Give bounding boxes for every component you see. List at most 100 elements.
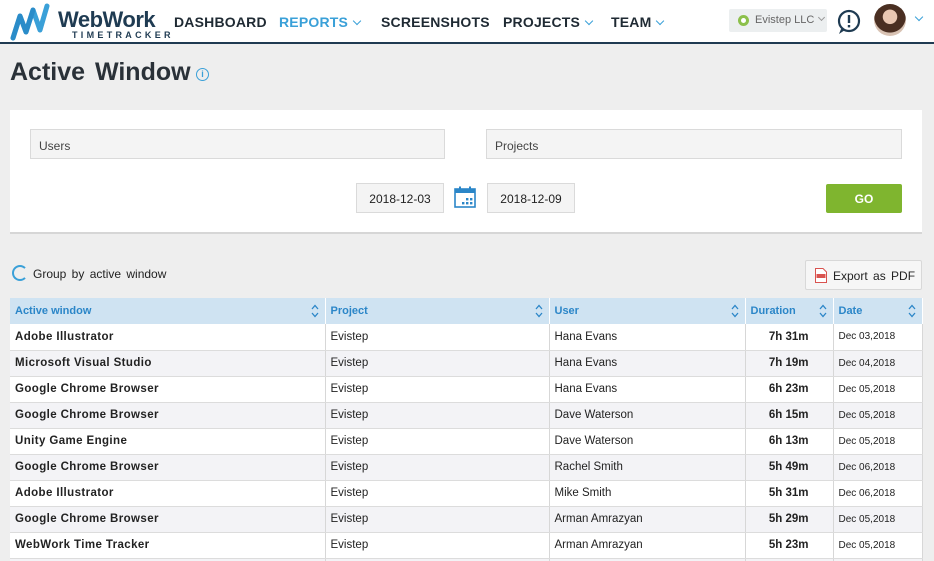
pdf-icon bbox=[815, 268, 827, 283]
top-nav-bar: WebWork TIMETRACKER DASHBOARD REPORTS SC… bbox=[0, 0, 934, 44]
chevron-down-icon bbox=[352, 16, 362, 26]
col-header-project[interactable]: Project bbox=[325, 298, 550, 324]
user-avatar[interactable] bbox=[874, 4, 906, 36]
cell-duration: 6h 23m bbox=[745, 376, 834, 403]
nav-label: SCREENSHOTS bbox=[381, 14, 490, 30]
cell-duration: 7h 31m bbox=[745, 324, 834, 351]
cell-duration: 6h 13m bbox=[745, 428, 834, 455]
table-row[interactable]: Google Chrome Browser Evistep Dave Waterso… bbox=[10, 402, 923, 429]
cell-date: Dec 06,2018 bbox=[833, 454, 923, 481]
header-label: Active window bbox=[15, 305, 92, 317]
cell-user: Dave Waterson bbox=[549, 402, 746, 429]
header-label: Project bbox=[330, 305, 368, 317]
header-label: User bbox=[554, 305, 579, 317]
webwork-logo[interactable]: WebWork TIMETRACKER bbox=[10, 2, 171, 42]
table-row[interactable]: Google Chrome Browser Evistep Arman Amrazy… bbox=[10, 506, 923, 533]
col-header-user[interactable]: User bbox=[549, 298, 746, 324]
table-row[interactable]: Microsoft Visual Studio Evistep Hana Evans… bbox=[10, 350, 923, 377]
table-row[interactable]: Adobe Illustrator Evistep Mike Smith 5h 31m… bbox=[10, 480, 923, 507]
cell-date: Dec 05,2018 bbox=[833, 532, 923, 559]
cell-date: Dec 05,2018 bbox=[833, 402, 923, 429]
cell-active-window: Google Chrome Browser bbox=[10, 376, 326, 403]
cell-project: Evistep bbox=[325, 454, 550, 481]
cell-project: Evistep bbox=[325, 532, 550, 559]
projects-placeholder: Projects bbox=[495, 139, 539, 153]
info-icon[interactable]: i bbox=[196, 68, 209, 81]
projects-select[interactable]: Projects bbox=[486, 129, 902, 159]
go-button[interactable]: GO bbox=[826, 184, 902, 213]
nav-team[interactable]: TEAM bbox=[611, 14, 665, 30]
date-to-input[interactable]: 2018-12-09 bbox=[487, 183, 575, 213]
cell-project: Evistep bbox=[325, 376, 550, 403]
chevron-down-icon[interactable] bbox=[914, 12, 924, 22]
table-row[interactable]: Google Chrome Browser Evistep Rachel Smith… bbox=[10, 454, 923, 481]
cell-active-window: Google Chrome Browser bbox=[10, 454, 326, 481]
date-from-value: 2018-12-03 bbox=[369, 192, 431, 206]
go-label: GO bbox=[854, 192, 874, 206]
cell-active-window: Google Chrome Browser bbox=[10, 506, 326, 533]
nav-reports[interactable]: REPORTS bbox=[279, 14, 362, 30]
users-placeholder: Users bbox=[39, 139, 71, 153]
group-by-label: Group by active window bbox=[33, 267, 167, 281]
active-window-table: Active window Project User Duration Date… bbox=[10, 298, 923, 561]
date-to-value: 2018-12-09 bbox=[500, 192, 562, 206]
loading-spinner-icon bbox=[12, 265, 28, 281]
page-title: Active Window bbox=[10, 58, 191, 86]
cell-date: Dec 05,2018 bbox=[833, 376, 923, 403]
cell-user: Dave Waterson bbox=[549, 428, 746, 455]
nav-label: PROJECTS bbox=[503, 14, 581, 30]
group-by-toggle[interactable]: Group by active window bbox=[12, 265, 167, 281]
nav-label: REPORTS bbox=[279, 14, 349, 30]
cell-user: Hana Evans bbox=[549, 350, 746, 377]
sort-icon bbox=[908, 304, 915, 318]
cell-user: Arman Amrazyan bbox=[549, 532, 746, 559]
table-row[interactable]: Adobe Illustrator Evistep Hana Evans 7h 31m… bbox=[10, 324, 923, 351]
calendar-icon[interactable] bbox=[454, 186, 476, 208]
cell-project: Evistep bbox=[325, 324, 550, 351]
col-header-date[interactable]: Date bbox=[833, 298, 923, 324]
col-header-duration[interactable]: Duration bbox=[745, 298, 834, 324]
col-header-active-window[interactable]: Active window bbox=[10, 298, 326, 324]
table-header-row: Active window Project User Duration Date bbox=[10, 298, 923, 324]
logo-mark-icon bbox=[10, 3, 50, 41]
nav-projects[interactable]: PROJECTS bbox=[503, 14, 594, 30]
cell-user: Mike Smith bbox=[549, 480, 746, 507]
cell-duration: 5h 49m bbox=[745, 454, 834, 481]
company-name: Evistep LLC bbox=[755, 14, 815, 26]
header-label: Date bbox=[838, 305, 863, 317]
cell-project: Evistep bbox=[325, 480, 550, 507]
cell-date: Dec 06,2018 bbox=[833, 480, 923, 507]
cell-active-window: Microsoft Visual Studio bbox=[10, 350, 326, 377]
sort-icon bbox=[535, 304, 542, 318]
cell-project: Evistep bbox=[325, 402, 550, 429]
cell-user: Hana Evans bbox=[549, 376, 746, 403]
table-row[interactable]: Google Chrome Browser Evistep Hana Evans 6h… bbox=[10, 376, 923, 403]
cell-active-window: Google Chrome Browser bbox=[10, 402, 326, 429]
table-row[interactable]: WebWork Time Tracker Evistep Arman Amrazya… bbox=[10, 532, 923, 559]
cell-duration: 5h 23m bbox=[745, 532, 834, 559]
logo-subtitle: TIMETRACKER bbox=[72, 30, 174, 40]
cell-user: Hana Evans bbox=[549, 324, 746, 351]
chevron-down-icon bbox=[584, 16, 594, 26]
cell-project: Evistep bbox=[325, 506, 550, 533]
users-select[interactable]: Users bbox=[30, 129, 445, 159]
export-label: Export as PDF bbox=[833, 269, 916, 283]
table-row[interactable]: Unity Game Engine Evistep Dave Waterson 6h … bbox=[10, 428, 923, 455]
date-from-input[interactable]: 2018-12-03 bbox=[356, 183, 444, 213]
cell-date: Dec 04,2018 bbox=[833, 350, 923, 377]
export-pdf-button[interactable]: Export as PDF bbox=[805, 260, 922, 290]
chevron-down-icon bbox=[818, 13, 826, 22]
nav-label: DASHBOARD bbox=[174, 14, 267, 30]
company-icon bbox=[738, 15, 749, 26]
cell-user: Arman Amrazyan bbox=[549, 506, 746, 533]
cell-active-window: Unity Game Engine bbox=[10, 428, 326, 455]
header-label: Duration bbox=[750, 305, 796, 317]
cell-project: Evistep bbox=[325, 428, 550, 455]
alert-bubble-icon[interactable] bbox=[836, 9, 862, 35]
nav-screenshots[interactable]: SCREENSHOTS bbox=[381, 14, 490, 30]
company-selector[interactable]: Evistep LLC bbox=[729, 9, 827, 32]
cell-duration: 5h 29m bbox=[745, 506, 834, 533]
nav-dashboard[interactable]: DASHBOARD bbox=[174, 14, 267, 30]
sort-icon bbox=[819, 304, 826, 318]
cell-date: Dec 05,2018 bbox=[833, 428, 923, 455]
